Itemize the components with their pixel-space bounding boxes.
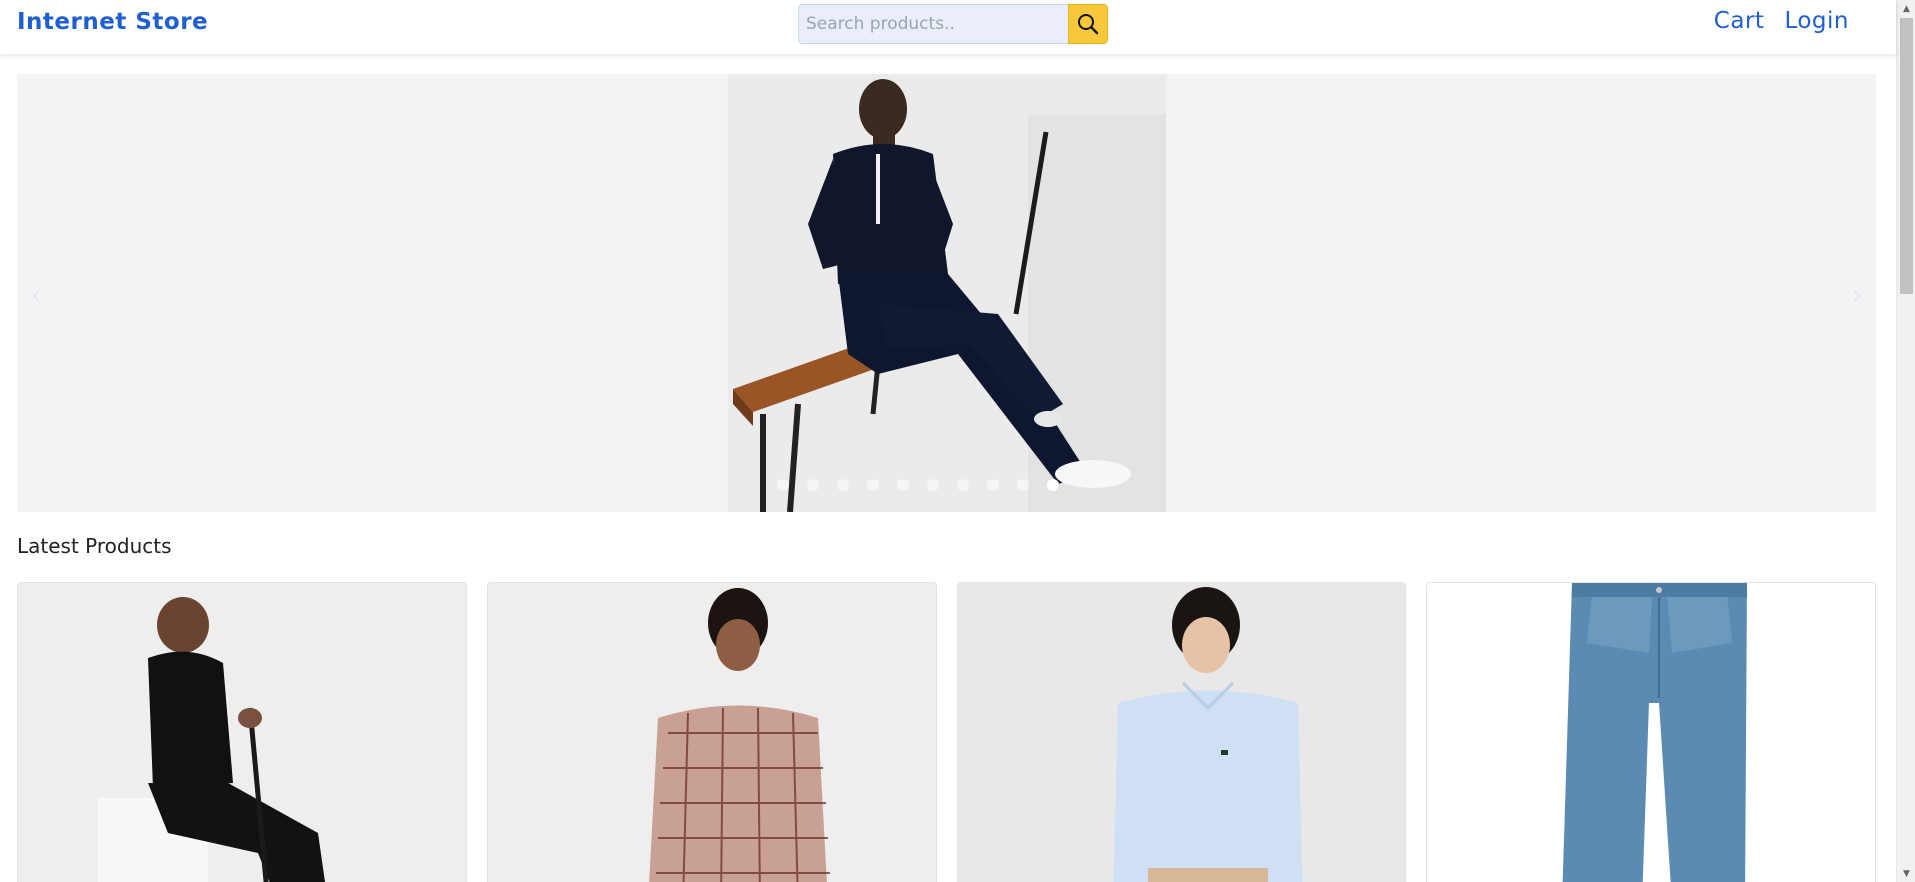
carousel-dot[interactable] <box>897 479 909 491</box>
carousel-dot[interactable] <box>777 479 789 491</box>
login-link[interactable]: Login <box>1784 8 1849 34</box>
latest-products-heading: Latest Products <box>17 534 172 558</box>
carousel-dot[interactable] <box>867 479 879 491</box>
carousel-dot[interactable] <box>1017 479 1029 491</box>
product-image <box>18 583 466 882</box>
carousel-dot[interactable] <box>807 479 819 491</box>
product-image <box>1427 583 1876 882</box>
carousel-next-button[interactable]: › <box>1842 274 1872 314</box>
brand-logo-link[interactable]: Internet Store <box>17 9 208 35</box>
top-navbar: Internet Store Cart Login <box>0 0 1896 54</box>
carousel-dot[interactable] <box>927 479 939 491</box>
carousel-dot-active[interactable] <box>1047 479 1059 491</box>
scroll-down-arrow-icon[interactable]: ▼ <box>1897 865 1915 882</box>
product-image <box>487 583 936 882</box>
scroll-up-arrow-icon[interactable]: ▲ <box>1897 0 1915 17</box>
hero-carousel: ‹ › <box>17 74 1876 512</box>
chevron-left-icon: ‹ <box>30 277 42 311</box>
carousel-dot[interactable] <box>837 479 849 491</box>
search-button[interactable] <box>1068 4 1108 44</box>
header-nav: Cart Login <box>1714 8 1849 34</box>
product-card[interactable] <box>17 582 467 882</box>
carousel-slide-image <box>728 74 1166 512</box>
page-scrollbar[interactable]: ▲ ▼ <box>1896 0 1915 882</box>
product-card[interactable] <box>486 582 937 882</box>
product-grid <box>17 582 1876 882</box>
carousel-dot[interactable] <box>957 479 969 491</box>
product-card[interactable] <box>1426 582 1876 882</box>
search-input[interactable] <box>798 4 1068 44</box>
search-icon <box>1078 14 1099 35</box>
carousel-dot[interactable] <box>987 479 999 491</box>
search-bar <box>798 4 1108 44</box>
carousel-prev-button[interactable]: ‹ <box>21 274 51 314</box>
product-image <box>957 583 1406 882</box>
chevron-right-icon: › <box>1851 277 1863 311</box>
cart-link[interactable]: Cart <box>1714 8 1765 34</box>
scrollbar-thumb[interactable] <box>1900 18 1913 294</box>
product-card[interactable] <box>956 582 1407 882</box>
carousel-indicators <box>777 479 1059 491</box>
